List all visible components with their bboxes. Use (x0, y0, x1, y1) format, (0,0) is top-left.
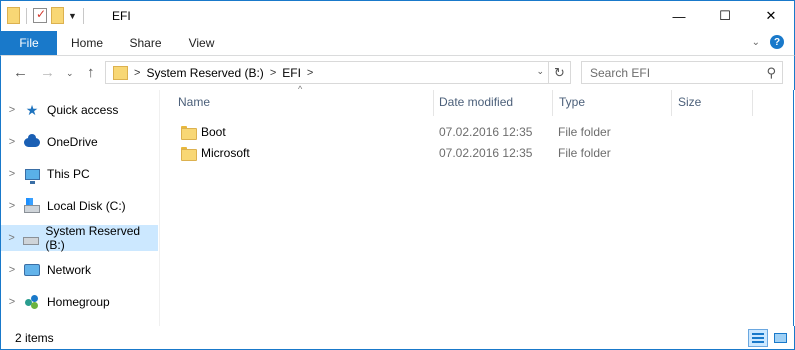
breadcrumb-efi[interactable]: EFI (282, 66, 301, 80)
file-date-modified: 07.02.2016 12:35 (439, 145, 533, 160)
file-name: Microsoft (201, 145, 250, 160)
column-header-size[interactable]: Size (661, 90, 751, 115)
nav-item-label: OneDrive (47, 135, 98, 149)
forward-button[interactable]: → (40, 64, 55, 81)
breadcrumb-chevron[interactable]: > (134, 67, 140, 79)
nav-item-label: Homegroup (47, 295, 110, 309)
star-icon: ★ (25, 101, 39, 118)
new-folder-icon[interactable] (51, 7, 64, 24)
toolbar-separator (26, 7, 27, 24)
windows-drive-icon (23, 198, 41, 214)
column-header-type[interactable]: Type (542, 90, 672, 115)
title-bar: ▼ EFI — ☐ ✕ (0, 0, 795, 31)
recent-locations-button[interactable]: ⌄ (66, 68, 74, 79)
item-count: 2 items (15, 331, 54, 345)
computer-icon (23, 166, 41, 184)
maximize-icon: ☐ (719, 8, 731, 23)
file-list: ^ Name Date modified Type Size Boot 07.0… (161, 84, 794, 326)
search-box[interactable]: ⚲ (581, 61, 783, 84)
folder-icon (7, 7, 20, 24)
minimize-button[interactable]: — (656, 1, 702, 31)
file-row[interactable]: Microsoft 07.02.2016 12:35 File folder (161, 142, 794, 163)
nav-item-label: System Reserved (B:) (45, 224, 141, 252)
expand-chevron-icon[interactable]: > (1, 104, 23, 116)
close-button[interactable]: ✕ (748, 1, 794, 31)
cloud-icon (23, 133, 41, 150)
address-bar[interactable]: > System Reserved (B:) > EFI > ⌄ ↻ (105, 61, 571, 84)
window-title: EFI (112, 9, 131, 23)
details-view-icon (752, 333, 764, 343)
nav-item-label: Quick access (47, 103, 119, 117)
nav-item-homegroup[interactable]: > Homegroup (1, 289, 158, 315)
large-icons-view-icon (773, 333, 787, 343)
folder-icon (113, 65, 128, 80)
nav-item-network[interactable]: > Network (1, 257, 158, 283)
customize-toolbar-icon[interactable]: ▼ (68, 11, 77, 21)
close-icon: ✕ (765, 8, 777, 23)
details-view-button[interactable] (748, 329, 768, 347)
folder-icon (181, 146, 197, 161)
column-header-name[interactable]: Name (161, 90, 433, 115)
maximize-button[interactable]: ☐ (702, 1, 748, 31)
nav-item-local-disk[interactable]: > Local Disk (C:) (1, 193, 158, 219)
column-header-date-modified[interactable]: Date modified (422, 90, 552, 115)
navigation-pane: > ★ Quick access > OneDrive > This PC > … (0, 90, 160, 326)
homegroup-icon (23, 294, 41, 310)
folder-icon (181, 125, 197, 140)
file-date-modified: 07.02.2016 12:35 (439, 124, 533, 139)
expand-chevron-icon[interactable]: > (1, 200, 23, 212)
minimize-icon: — (672, 8, 686, 24)
help-icon[interactable]: ? (770, 35, 784, 49)
expand-chevron-icon[interactable]: > (1, 168, 23, 180)
refresh-button[interactable]: ↻ (548, 62, 570, 83)
nav-item-label: This PC (47, 167, 90, 181)
search-icon: ⚲ (766, 65, 776, 80)
drive-icon (22, 230, 39, 246)
quick-access-toolbar: ▼ (7, 7, 86, 24)
search-input[interactable] (590, 62, 760, 83)
nav-item-quick-access[interactable]: > ★ Quick access (1, 97, 158, 123)
status-bar: 2 items (0, 326, 795, 350)
navigation-bar: ← → ⌄ ↑ > System Reserved (B:) > EFI > ⌄… (0, 56, 795, 90)
network-icon (23, 262, 41, 278)
expand-chevron-icon[interactable]: > (1, 264, 23, 276)
nav-item-label: Local Disk (C:) (47, 199, 126, 213)
breadcrumb-chevron[interactable]: > (270, 67, 276, 79)
tab-view[interactable]: View (174, 31, 229, 55)
expand-chevron-icon[interactable]: > (1, 232, 22, 244)
column-divider[interactable] (752, 90, 753, 116)
large-icons-view-button[interactable] (770, 329, 790, 347)
properties-icon[interactable] (33, 7, 47, 23)
expand-ribbon-icon[interactable]: ⌄ (752, 37, 760, 48)
expand-chevron-icon[interactable]: > (1, 136, 23, 148)
ribbon-tabs: File Home Share View ⌄ ? (0, 31, 795, 56)
file-row[interactable]: Boot 07.02.2016 12:35 File folder (161, 121, 794, 142)
tab-share[interactable]: Share (117, 31, 174, 55)
back-button[interactable]: ← (13, 64, 28, 81)
nav-item-this-pc[interactable]: > This PC (1, 161, 158, 187)
tab-home[interactable]: Home (57, 31, 117, 55)
toolbar-separator (82, 7, 84, 24)
file-name: Boot (201, 124, 226, 139)
expand-chevron-icon[interactable]: > (1, 296, 23, 308)
breadcrumb-chevron[interactable]: > (307, 67, 313, 79)
file-type: File folder (558, 124, 611, 139)
nav-item-system-reserved[interactable]: > System Reserved (B:) (1, 224, 158, 252)
address-history-dropdown[interactable]: ⌄ (536, 66, 544, 77)
nav-item-label: Network (47, 263, 92, 277)
refresh-icon: ↻ (554, 64, 565, 80)
file-type: File folder (558, 145, 611, 160)
nav-item-onedrive[interactable]: > OneDrive (1, 129, 158, 155)
up-button[interactable]: ↑ (87, 64, 95, 81)
breadcrumb-system-reserved[interactable]: System Reserved (B:) (146, 66, 263, 80)
tab-file[interactable]: File (1, 31, 57, 55)
